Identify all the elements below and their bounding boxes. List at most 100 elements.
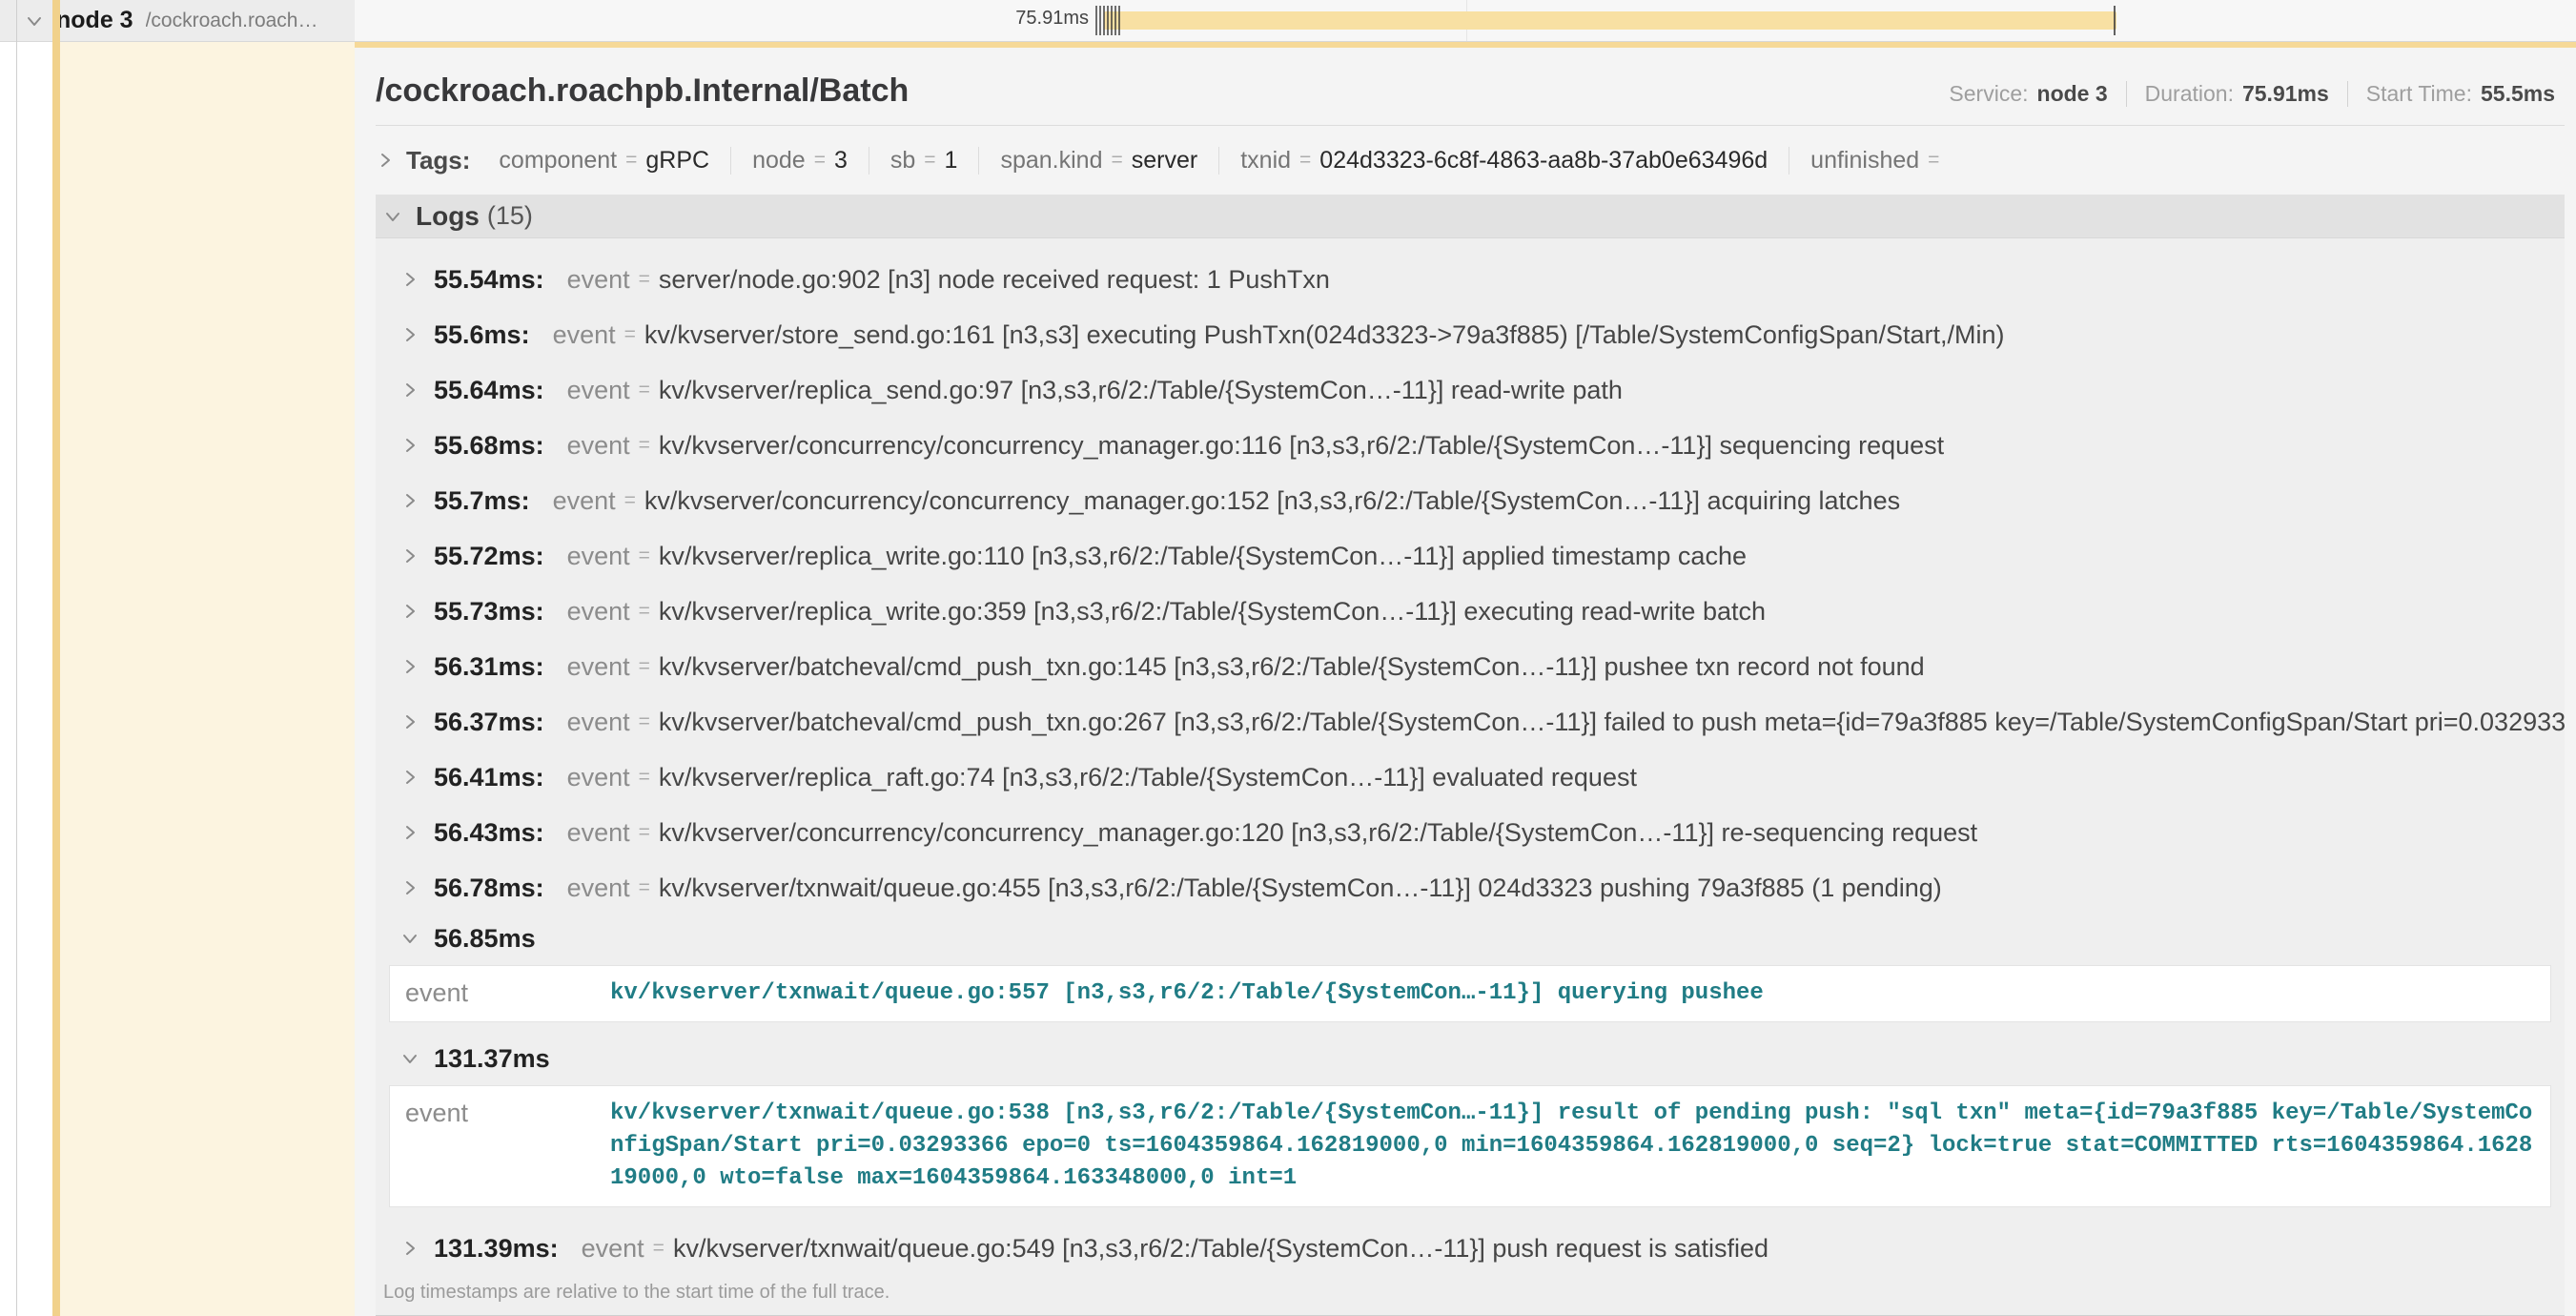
- tag-value: 1: [945, 147, 958, 175]
- span-detail-title: /cockroach.roachpb.Internal/Batch: [376, 72, 909, 110]
- log-row[interactable]: 56.37ms: event = kv/kvserver/batcheval/c…: [376, 694, 2565, 750]
- chevron-down-icon: [400, 1049, 419, 1068]
- log-timestamp: 55.6ms:: [434, 320, 530, 350]
- duration-label: Duration:: [2145, 81, 2234, 107]
- log-field-value: kv/kvserver/txnwait/queue.go:455 [n3,s3,…: [659, 874, 1942, 903]
- span-detail-left-column: [60, 41, 355, 1316]
- operation-name-label: /cockroach.roach…: [146, 10, 318, 32]
- tag-value: 3: [834, 147, 848, 175]
- equals-sign: =: [653, 1237, 664, 1260]
- equals-sign: =: [1928, 149, 1939, 172]
- log-field-value: kv/kvserver/batcheval/cmd_push_txn.go:14…: [659, 652, 1925, 682]
- logs-count: (15): [487, 201, 533, 231]
- log-field-key: event: [553, 486, 616, 516]
- chevron-down-icon: [25, 11, 44, 31]
- tags-label: Tags:: [406, 146, 470, 175]
- log-field-value-mono: kv/kvserver/txnwait/queue.go:557 [n3,s3,…: [610, 977, 2535, 1010]
- span-detail-panel: /cockroach.roachpb.Internal/Batch Servic…: [355, 41, 2576, 1316]
- log-marker-tick: [1111, 6, 1113, 35]
- equals-sign: =: [624, 489, 636, 512]
- log-timestamp: 55.73ms:: [434, 597, 544, 627]
- log-row[interactable]: 56.41ms: event = kv/kvserver/replica_raf…: [376, 750, 2565, 805]
- log-group: 131.37ms event kv/kvserver/txnwait/queue…: [376, 1036, 2565, 1207]
- equals-sign: =: [639, 434, 650, 457]
- tag-item: sb = 1: [869, 147, 979, 175]
- chevron-right-icon: [400, 380, 419, 400]
- duration-value: 75.91ms: [2242, 81, 2329, 107]
- log-field-key: event: [567, 708, 630, 737]
- log-field-value: kv/kvserver/replica_write.go:359 [n3,s3,…: [659, 597, 1766, 627]
- log-timestamp: 56.31ms:: [434, 652, 544, 682]
- chevron-right-icon: [400, 436, 419, 455]
- equals-sign: =: [639, 876, 650, 899]
- logs-footer-note: Log timestamps are relative to the start…: [376, 1276, 2565, 1315]
- service-label: Service:: [1949, 81, 2028, 107]
- span-timeline[interactable]: 75.91ms: [355, 0, 2576, 41]
- logs-header[interactable]: Logs (15): [376, 195, 2565, 238]
- log-timestamp: 55.68ms:: [434, 431, 544, 461]
- log-timestamp: 56.43ms:: [434, 818, 544, 848]
- log-field-value: kv/kvserver/replica_write.go:110 [n3,s3,…: [659, 542, 1747, 571]
- chevron-right-icon: [400, 325, 419, 344]
- log-row[interactable]: 56.78ms: event = kv/kvserver/txnwait/que…: [376, 860, 2565, 915]
- equals-sign: =: [639, 268, 650, 291]
- log-row[interactable]: 55.54ms: event = server/node.go:902 [n3]…: [376, 252, 2565, 307]
- tag-value: gRPC: [645, 147, 709, 175]
- chevron-down-icon: [400, 929, 419, 948]
- log-timestamp: 55.64ms:: [434, 376, 544, 405]
- span-detail-header: /cockroach.roachpb.Internal/Batch Servic…: [355, 48, 2576, 110]
- log-timestamp: 55.54ms:: [434, 265, 544, 295]
- log-row[interactable]: 56.43ms: event = kv/kvserver/concurrency…: [376, 805, 2565, 860]
- span-duration-bar[interactable]: [1104, 11, 2116, 30]
- log-field-value: kv/kvserver/concurrency/concurrency_mana…: [659, 431, 1944, 461]
- log-timestamp: 131.39ms:: [434, 1234, 559, 1264]
- tags-row[interactable]: Tags: component = gRPC node = 3 sb = 1 s…: [376, 140, 2565, 180]
- log-row[interactable]: 56.31ms: event = kv/kvserver/batcheval/c…: [376, 639, 2565, 694]
- chevron-right-icon: [400, 491, 419, 510]
- equals-sign: =: [1111, 149, 1122, 172]
- log-detail-card: event kv/kvserver/txnwait/queue.go:538 […: [389, 1085, 2551, 1207]
- span-row[interactable]: node 3 /cockroach.roach… 75.91ms: [0, 0, 2576, 42]
- log-marker-tick: [1107, 6, 1109, 35]
- log-timestamp: 56.37ms:: [434, 708, 544, 737]
- log-row[interactable]: 55.68ms: event = kv/kvserver/concurrency…: [376, 418, 2565, 473]
- meta-separator: [2126, 81, 2127, 107]
- tag-value: 024d3323-6c8f-4863-aa8b-37ab0e63496d: [1319, 147, 1768, 175]
- chevron-right-icon: [400, 768, 419, 787]
- log-marker-tick: [1114, 6, 1116, 35]
- log-timestamp: 55.7ms:: [434, 486, 530, 516]
- span-color-accent-bar: [52, 0, 60, 1316]
- chevron-down-icon: [383, 207, 402, 226]
- header-divider: [376, 125, 2565, 126]
- log-field-key: event: [567, 376, 630, 405]
- span-overview-meta: Service: node 3 Duration: 75.91ms Start …: [1949, 81, 2555, 107]
- log-field-value: kv/kvserver/replica_raft.go:74 [n3,s3,r6…: [659, 763, 1637, 792]
- log-detail-card: event kv/kvserver/txnwait/queue.go:557 […: [389, 965, 2551, 1022]
- chevron-right-icon: [400, 823, 419, 842]
- log-row[interactable]: 55.7ms: event = kv/kvserver/concurrency/…: [376, 473, 2565, 528]
- log-row[interactable]: 55.64ms: event = kv/kvserver/replica_sen…: [376, 362, 2565, 418]
- log-row[interactable]: 55.72ms: event = kv/kvserver/replica_wri…: [376, 528, 2565, 584]
- equals-sign: =: [639, 821, 650, 844]
- equals-sign: =: [639, 710, 650, 733]
- log-field-key: event: [567, 818, 630, 848]
- log-field-key: event: [553, 320, 616, 350]
- log-field-value: kv/kvserver/concurrency/concurrency_mana…: [644, 486, 1900, 516]
- equals-sign: =: [639, 766, 650, 789]
- log-field-label: event: [405, 977, 610, 1010]
- trace-detail-view: node 3 /cockroach.roach… 75.91ms /cockro…: [0, 0, 2576, 1316]
- service-name-label: node 3: [56, 7, 133, 34]
- chevron-right-icon: [376, 151, 395, 170]
- tag-key: component: [499, 147, 617, 175]
- chevron-right-icon: [400, 270, 419, 289]
- log-group-header[interactable]: 131.37ms: [376, 1036, 2565, 1081]
- log-timestamp: 56.78ms:: [434, 874, 544, 903]
- log-group-header[interactable]: 56.85ms: [376, 915, 2565, 961]
- chevron-right-icon: [400, 546, 419, 565]
- log-field-value-mono: kv/kvserver/txnwait/queue.go:538 [n3,s3,…: [610, 1098, 2535, 1195]
- log-row[interactable]: 131.39ms: event = kv/kvserver/txnwait/qu…: [376, 1221, 2565, 1276]
- span-collapse-toggle[interactable]: [25, 11, 44, 31]
- tag-key: node: [752, 147, 806, 175]
- log-row[interactable]: 55.73ms: event = kv/kvserver/replica_wri…: [376, 584, 2565, 639]
- log-row[interactable]: 55.6ms: event = kv/kvserver/store_send.g…: [376, 307, 2565, 362]
